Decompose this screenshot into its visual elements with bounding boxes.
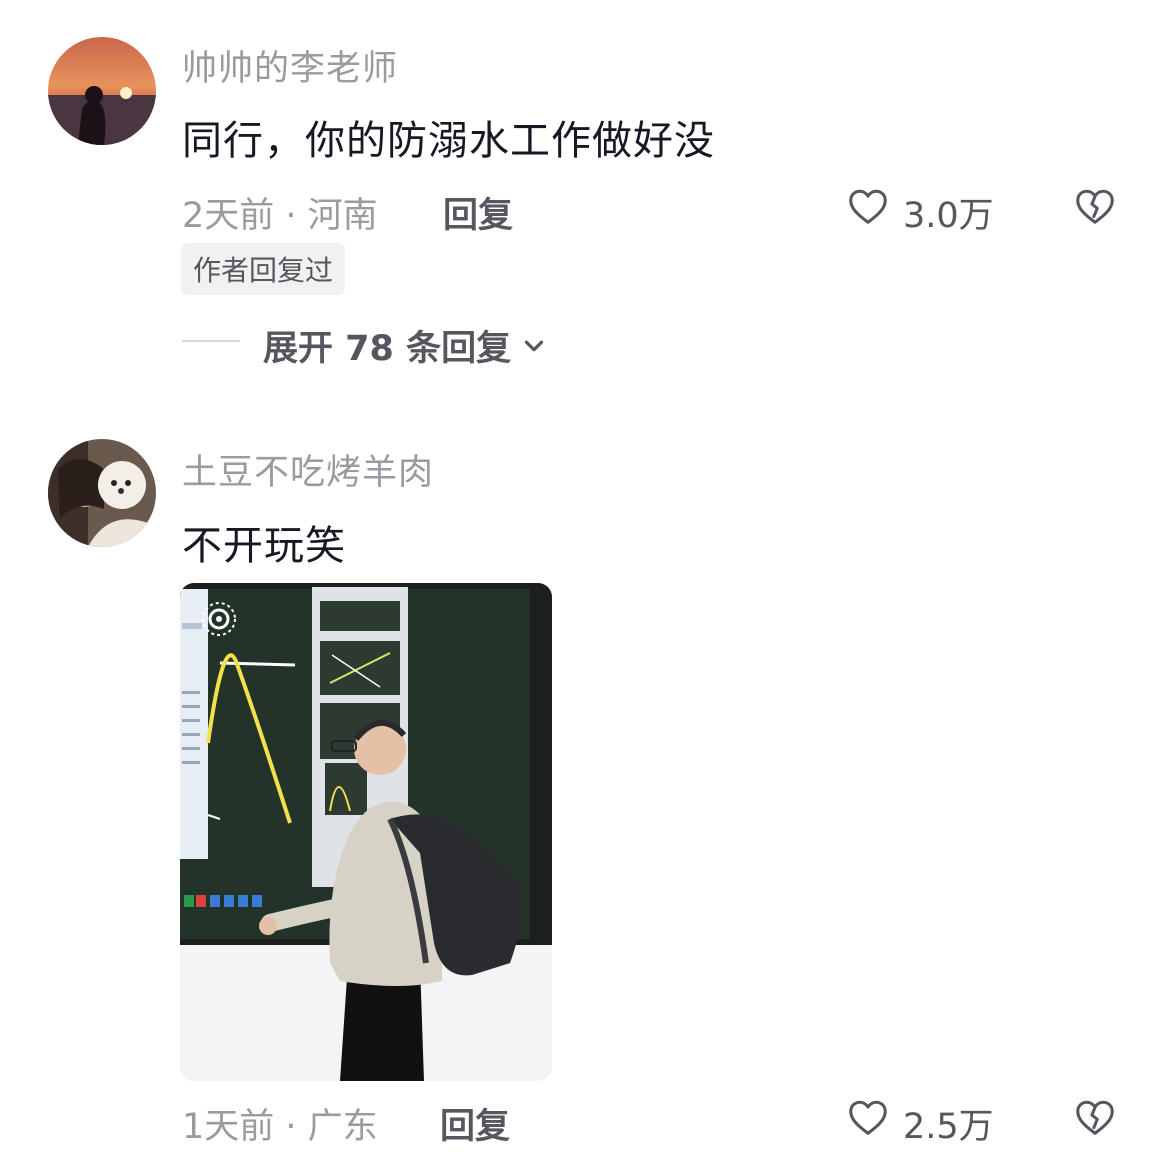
- reply-button[interactable]: 回复: [440, 1098, 510, 1149]
- avatar-sunset-image: [48, 37, 156, 145]
- like-count: 2.5万: [903, 1107, 994, 1147]
- like-count: 3.0万: [903, 196, 994, 236]
- comment-username[interactable]: 土豆不吃烤羊肉: [182, 444, 434, 495]
- expand-replies-button[interactable]: 展开 78 条回复: [263, 320, 549, 371]
- classroom-photo: [180, 583, 552, 1081]
- dislike-broken-heart-icon[interactable]: [1072, 1094, 1120, 1142]
- author-replied-badge: 作者回复过: [181, 243, 346, 295]
- comment-time-location: 2天前 · 河南: [182, 196, 378, 236]
- comment-image[interactable]: [180, 583, 552, 1081]
- reply-button[interactable]: 回复: [443, 187, 513, 238]
- avatar[interactable]: [48, 439, 156, 547]
- comment-time-location: 1天前 · 广东: [182, 1107, 378, 1147]
- dislike-broken-heart-icon[interactable]: [1072, 183, 1120, 231]
- like-heart-icon[interactable]: [845, 1094, 893, 1142]
- comment-1: 帅帅的李老师 同行，你的防溺水工作做好没 2天前 · 河南 回复 3.0万 作者…: [0, 0, 1170, 380]
- avatar[interactable]: [48, 37, 156, 145]
- comment-username[interactable]: 帅帅的李老师: [182, 40, 398, 91]
- divider: [182, 340, 240, 342]
- expand-replies-label: 展开 78 条回复: [263, 329, 512, 369]
- chevron-down-icon: [524, 340, 544, 351]
- comment-text: 不开玩笑: [182, 523, 346, 569]
- like-heart-icon[interactable]: [845, 183, 893, 231]
- comment-text: 同行，你的防溺水工作做好没: [182, 118, 715, 164]
- comment-2: 土豆不吃烤羊肉 不开玩笑 1天前 · 广东 回复 2.5万: [0, 420, 1170, 1173]
- avatar-girl-with-dog-image: [48, 439, 156, 547]
